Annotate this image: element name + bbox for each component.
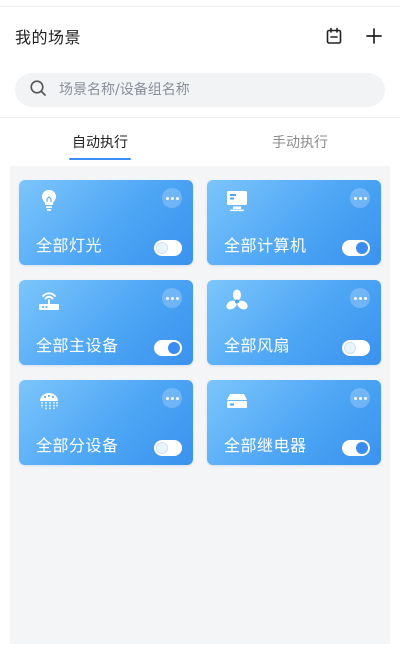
page-title: 我的场景 <box>15 28 82 47</box>
scene-card-label: 全部分设备 <box>36 436 119 455</box>
scene-card-relays[interactable]: 全部继电器 <box>207 380 381 465</box>
tab-manual-execute[interactable]: 手动执行 <box>200 118 400 166</box>
scene-card-main-devices[interactable]: 全部主设备 <box>19 280 193 365</box>
jellyfish-device-icon <box>36 388 62 414</box>
more-icon <box>165 196 179 200</box>
lightbulb-icon <box>36 188 62 214</box>
scene-toggle[interactable] <box>342 240 370 256</box>
scene-toggle[interactable] <box>154 340 182 356</box>
scene-card-label: 全部主设备 <box>36 336 119 355</box>
more-options-button[interactable] <box>162 188 182 208</box>
scene-list-area: 全部灯光 全部计算机 全部主设备 全部风扇 全部分设备 全部继电器 <box>10 166 390 644</box>
tab-label: 自动执行 <box>72 135 128 151</box>
more-icon <box>165 296 179 300</box>
scene-toggle[interactable] <box>342 340 370 356</box>
more-options-button[interactable] <box>162 388 182 408</box>
scene-card-computers[interactable]: 全部计算机 <box>207 180 381 265</box>
more-icon <box>353 296 367 300</box>
scene-card-fans[interactable]: 全部风扇 <box>207 280 381 365</box>
search-input[interactable] <box>57 81 371 99</box>
header-actions <box>323 25 385 47</box>
tab-auto-execute[interactable]: 自动执行 <box>0 118 200 166</box>
plus-icon[interactable] <box>363 25 385 47</box>
search-box[interactable] <box>15 73 385 107</box>
scene-toggle[interactable] <box>154 240 182 256</box>
search-icon <box>29 79 47 101</box>
search-bar <box>0 65 400 117</box>
scene-toggle[interactable] <box>342 440 370 456</box>
tab-label: 手动执行 <box>272 135 328 151</box>
monitor-icon <box>224 188 250 214</box>
scene-card-label: 全部计算机 <box>224 236 307 255</box>
more-options-button[interactable] <box>350 188 370 208</box>
tab-bar: 自动执行 手动执行 <box>0 117 400 166</box>
more-icon <box>165 396 179 400</box>
scene-grid: 全部灯光 全部计算机 全部主设备 全部风扇 全部分设备 全部继电器 <box>19 180 381 465</box>
scene-card-label: 全部灯光 <box>36 236 103 255</box>
status-strip <box>0 0 400 7</box>
scene-card-lights[interactable]: 全部灯光 <box>19 180 193 265</box>
fan-icon <box>224 288 250 314</box>
more-options-button[interactable] <box>350 288 370 308</box>
scene-toggle[interactable] <box>154 440 182 456</box>
calendar-icon[interactable] <box>323 25 345 47</box>
more-icon <box>353 396 367 400</box>
app-header: 我的场景 <box>0 7 400 65</box>
more-icon <box>353 196 367 200</box>
more-options-button[interactable] <box>350 388 370 408</box>
relay-icon <box>224 388 250 414</box>
scene-card-sub-devices[interactable]: 全部分设备 <box>19 380 193 465</box>
router-icon <box>36 288 62 314</box>
scene-card-label: 全部继电器 <box>224 436 307 455</box>
scene-card-label: 全部风扇 <box>224 336 291 355</box>
more-options-button[interactable] <box>162 288 182 308</box>
